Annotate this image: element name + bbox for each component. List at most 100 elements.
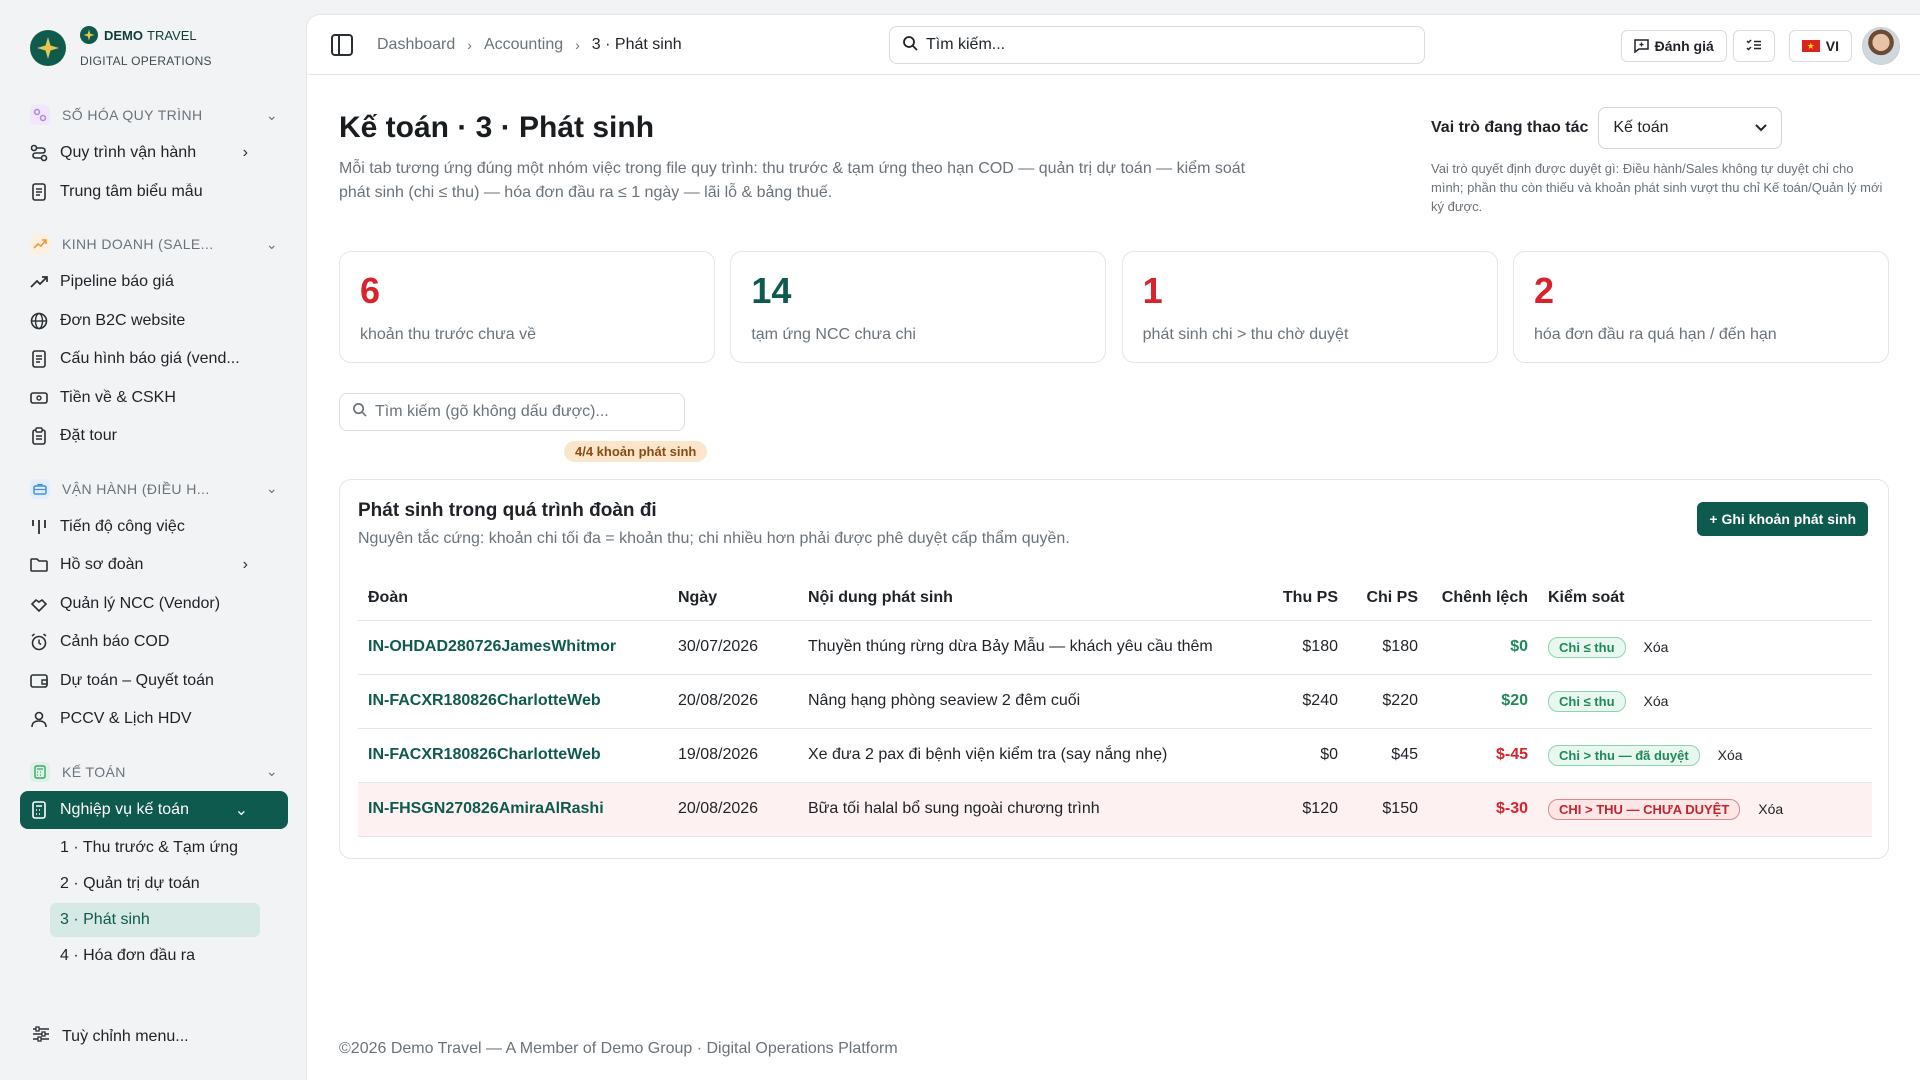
status-badge: Chi ≤ thu <box>1548 690 1626 712</box>
group-code-link[interactable]: IN-FACXR180826CharlotteWeb <box>358 728 668 783</box>
delete-link[interactable]: Xóa <box>1644 639 1669 655</box>
sidebar-item-label: Hồ sơ đoàn <box>60 556 144 574</box>
delete-link[interactable]: Xóa <box>1758 801 1783 817</box>
sidebar-item-quy-trinh-van-hanh[interactable]: Quy trình vận hành › <box>20 134 288 173</box>
column-header[interactable]: Ngày <box>668 576 798 621</box>
chevron-right-icon: › <box>242 144 248 162</box>
role-select[interactable]: Kế toán <box>1598 107 1783 149</box>
table-search-input[interactable]: Tìm kiếm (gõ không dấu được)... <box>339 393 685 431</box>
role-label: Vai trò đang thao tác <box>1431 119 1589 136</box>
sidebar-item-cau-hinh-bao-gia[interactable]: Cấu hình báo giá (vend... <box>20 340 288 379</box>
customize-label: Tuỳ chỉnh menu... <box>62 1027 189 1045</box>
breadcrumb-dashboard[interactable]: Dashboard <box>377 36 455 54</box>
stat-card[interactable]: 6 khoản thu trước chưa về <box>339 251 715 363</box>
column-header[interactable]: Chênh lệch <box>1428 576 1538 621</box>
feedback-button[interactable]: Đánh giá <box>1620 30 1727 62</box>
section-ke-toan[interactable]: KẾ TOÁN ⌄ <box>20 753 288 791</box>
column-header[interactable]: Nội dung phát sinh <box>798 576 1268 621</box>
thu-cell: $180 <box>1268 620 1348 675</box>
column-header[interactable]: Đoàn <box>358 576 668 621</box>
language-switcher[interactable]: ★ VI <box>1788 30 1852 62</box>
stat-value: 1 <box>1142 270 1163 311</box>
sidebar-item-dat-tour[interactable]: Đặt tour <box>20 417 288 456</box>
column-header[interactable]: Chi PS <box>1348 576 1428 621</box>
sidebar-subitem-phat-sinh[interactable]: 3 · Phát sinh <box>50 902 260 937</box>
avatar[interactable] <box>1862 27 1900 65</box>
sidebar-item-ho-so-doan[interactable]: Hồ sơ đoàn › <box>20 546 288 585</box>
filter-placeholder: Tìm kiếm (gõ không dấu được)... <box>375 403 609 420</box>
stat-card[interactable]: 2 hóa đơn đầu ra quá hạn / đến hạn <box>1512 251 1889 363</box>
feedback-label: Đánh giá <box>1654 38 1714 54</box>
main-panel: Dashboard › Accounting › 3 · Phát sinh T… <box>306 14 1920 1080</box>
brand-name: DEMO <box>104 27 143 43</box>
thu-cell: $240 <box>1268 674 1348 729</box>
sidebar-item-nghiep-vu-ke-toan[interactable]: Nghiệp vụ kế toán ⌄ <box>20 790 288 829</box>
brand-subtitle: DIGITAL OPERATIONS <box>80 54 212 68</box>
checklist-button[interactable] <box>1732 30 1775 62</box>
sidebar-item-don-b2c[interactable]: Đơn B2C website <box>20 302 288 341</box>
chevron-down-icon: ⌄ <box>265 106 278 123</box>
thu-cell: $0 <box>1268 728 1348 783</box>
sidebar-item-pccv-lich-hdv[interactable]: PCCV & Lịch HDV <box>20 700 288 739</box>
control-cell: Chi ≤ thu Xóa <box>1538 674 1872 729</box>
sidebar-item-label: Tiến độ công việc <box>60 517 185 535</box>
breadcrumb-accounting[interactable]: Accounting <box>484 36 563 54</box>
customize-menu-button[interactable]: Tuỳ chỉnh menu... <box>32 1026 189 1047</box>
brand-name-suffix: TRAVEL <box>147 27 197 43</box>
brand[interactable]: DEMO TRAVEL DIGITAL OPERATIONS <box>30 26 212 68</box>
section-van-hanh[interactable]: VẬN HÀNH (ĐIỀU H... ⌄ <box>20 470 288 508</box>
add-expense-button[interactable]: + Ghi khoản phát sinh <box>1697 502 1868 536</box>
sidebar-item-pipeline-bao-gia[interactable]: Pipeline báo giá <box>20 263 288 302</box>
sidebar-item-tien-ve-cskh[interactable]: Tiền về & CSKH <box>20 379 288 418</box>
globe-icon <box>30 312 48 330</box>
sidebar-item-label: Đặt tour <box>60 427 117 445</box>
column-header[interactable]: Kiểm soát <box>1538 576 1872 621</box>
sidebar-item-canh-bao-cod[interactable]: Cảnh báo COD <box>20 623 288 662</box>
calculator-icon <box>30 800 48 819</box>
section-so-hoa-quy-trinh[interactable]: SỐ HÓA QUY TRÌNH ⌄ <box>20 96 288 134</box>
sidebar-item-quan-ly-ncc[interactable]: Quản lý NCC (Vendor) <box>20 585 288 624</box>
description-cell: Xe đưa 2 pax đi bệnh viện kiểm tra (say … <box>798 728 1268 783</box>
count-badge: 4/4 khoản phát sinh <box>564 441 708 462</box>
stat-card[interactable]: 1 phát sinh chi > thu chờ duyệt <box>1121 251 1498 363</box>
stat-label: hóa đơn đầu ra quá hạn / đến hạn <box>1533 326 1777 343</box>
sidebar-toggle-icon[interactable] <box>331 33 353 56</box>
briefcase-icon <box>30 478 50 499</box>
breadcrumb: Dashboard › Accounting › 3 · Phát sinh <box>377 36 682 54</box>
thu-cell: $120 <box>1268 782 1348 837</box>
role-value: Kế toán <box>1613 119 1669 136</box>
status-badge: Chi ≤ thu <box>1548 636 1626 658</box>
sidebar-item-trung-tam-bieu-mau[interactable]: Trung tâm biểu mẫu <box>20 173 288 212</box>
sidebar-item-du-toan-quyet-toan[interactable]: Dự toán – Quyết toán <box>20 662 288 701</box>
stat-card[interactable]: 14 tạm ứng NCC chưa chi <box>730 251 1107 363</box>
diff-cell: $20 <box>1428 674 1538 729</box>
column-header[interactable]: Thu PS <box>1268 576 1348 621</box>
sidebar-item-label: Cấu hình báo giá (vend... <box>60 350 240 368</box>
sidebar-item-label: PCCV & Lịch HDV <box>60 710 192 728</box>
sidebar-subitem-quan-tri-du-toan[interactable]: 2 · Quản trị dự toán <box>50 867 260 901</box>
date-cell: 20/08/2026 <box>668 674 798 729</box>
sidebar-item-label: Quản lý NCC (Vendor) <box>60 594 221 612</box>
section-label: SỐ HÓA QUY TRÌNH <box>62 107 203 123</box>
global-search-input[interactable]: Tìm kiếm... <box>889 26 1425 64</box>
search-placeholder: Tìm kiếm... <box>926 36 1006 53</box>
brand-mini-icon <box>80 26 98 44</box>
chevron-down-icon: ⌄ <box>265 480 278 496</box>
delete-link[interactable]: Xóa <box>1644 693 1669 709</box>
chi-cell: $220 <box>1348 674 1428 729</box>
group-code-link[interactable]: IN-FHSGN270826AmiraAlRashi <box>358 782 668 837</box>
sidebar-subitem-thu-truoc[interactable]: 1 · Thu trước & Tạm ứng <box>50 831 260 865</box>
table-header-row: Đoàn Ngày Nội dung phát sinh Thu PS Chi … <box>358 576 1872 621</box>
wallet-icon <box>30 672 48 690</box>
section-kinh-doanh[interactable]: KINH DOANH (SALE... ⌄ <box>20 225 288 263</box>
chi-cell: $45 <box>1348 728 1428 783</box>
delete-link[interactable]: Xóa <box>1718 747 1743 763</box>
sidebar-subitem-hoa-don-dau-ra[interactable]: 4 · Hóa đơn đầu ra <box>50 939 260 973</box>
sidebar-item-label: Dự toán – Quyết toán <box>60 671 214 689</box>
sidebar-item-tien-do-cong-viec[interactable]: Tiến độ công việc <box>20 508 288 547</box>
group-code-link[interactable]: IN-OHDAD280726JamesWhitmor <box>358 620 668 675</box>
footer: ©2026 Demo Travel — A Member of Demo Gro… <box>339 1040 898 1057</box>
table-row: IN-FHSGN270826AmiraAlRashi 20/08/2026 Bữ… <box>358 782 1872 837</box>
language-label: VI <box>1825 38 1839 54</box>
group-code-link[interactable]: IN-FACXR180826CharlotteWeb <box>358 674 668 729</box>
